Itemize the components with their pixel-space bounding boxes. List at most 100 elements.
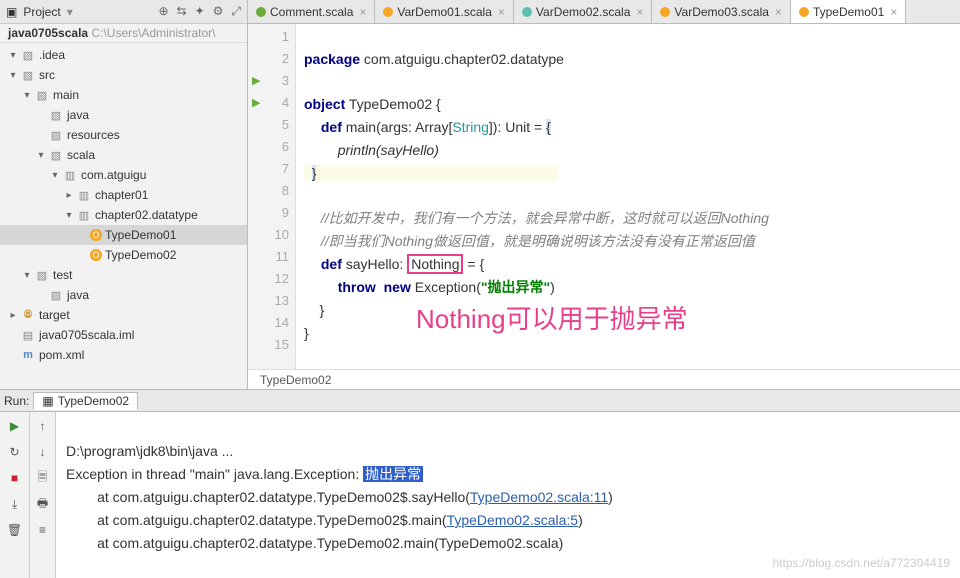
tree-node-pom-xml[interactable]: pom.xml bbox=[0, 345, 247, 365]
tree-node-chapter02-datatype[interactable]: ▾chapter02.datatype bbox=[0, 205, 247, 225]
close-icon[interactable]: × bbox=[775, 5, 782, 19]
twisty-icon[interactable]: ▾ bbox=[6, 50, 20, 61]
stack-link-2[interactable]: TypeDemo02.scala:5 bbox=[447, 512, 579, 528]
code-content[interactable]: package com.atguigu.chapter02.datatype o… bbox=[296, 24, 960, 369]
tree-node-chapter01[interactable]: ▸ chapter01 bbox=[0, 185, 247, 205]
tree-node-typedemo02[interactable]: TypeDemo02 bbox=[0, 245, 247, 265]
run-gutter-icon[interactable]: ▶ bbox=[252, 92, 260, 114]
tree-node-target[interactable]: ▸ target bbox=[0, 305, 247, 325]
tree-label: src bbox=[39, 68, 55, 82]
watermark: https://blog.csdn.net/a772304419 bbox=[773, 552, 950, 574]
gutter-line[interactable]: 9 bbox=[248, 202, 295, 224]
twisty-icon[interactable]: ▾ bbox=[48, 170, 62, 181]
twisty-icon[interactable]: ▸ bbox=[62, 190, 76, 201]
sidebar-header: ▣ Project ▾ ⊕ ⇆ ✦ ⚙ ⤢ bbox=[0, 0, 247, 24]
tree-label: test bbox=[53, 268, 72, 282]
stop-button[interactable]: ■ bbox=[5, 468, 25, 488]
sb-icon-3[interactable]: ⚙ bbox=[213, 4, 224, 19]
tab-label: VarDemo01.scala bbox=[397, 5, 492, 19]
twisty-icon[interactable]: ▾ bbox=[20, 90, 34, 101]
sb-icon-1[interactable]: ⇆ bbox=[177, 4, 187, 19]
tree-label: scala bbox=[67, 148, 95, 162]
run-button[interactable]: ▶ bbox=[5, 416, 25, 436]
gutter-line[interactable]: 3▶ bbox=[248, 70, 295, 92]
gutter-line[interactable]: 13 bbox=[248, 290, 295, 312]
gutter-line[interactable]: 6 bbox=[248, 136, 295, 158]
tree-node--idea[interactable]: ▾.idea bbox=[0, 45, 247, 65]
twisty-icon[interactable]: ▾ bbox=[62, 210, 76, 221]
up-button[interactable]: ↑ bbox=[33, 416, 53, 436]
close-icon[interactable]: × bbox=[359, 5, 366, 19]
gutter-line[interactable]: 14 bbox=[248, 312, 295, 334]
tree-node-test[interactable]: ▾ test bbox=[0, 265, 247, 285]
gutter-line[interactable]: 10 bbox=[248, 224, 295, 246]
gutter-line[interactable]: 11 bbox=[248, 246, 295, 268]
gutter-line[interactable]: 15 bbox=[248, 334, 295, 356]
tree-node-typedemo01[interactable]: TypeDemo01 bbox=[0, 225, 247, 245]
settings-button[interactable]: ≡ bbox=[33, 520, 53, 540]
editor-tabstrip: Comment.scala×VarDemo01.scala×VarDemo02.… bbox=[248, 0, 960, 24]
gutter-line[interactable]: 12 bbox=[248, 268, 295, 290]
tree-node-resources[interactable]: resources bbox=[0, 125, 247, 145]
twisty-icon[interactable]: ▾ bbox=[34, 150, 48, 161]
console-selection: 抛出异常 bbox=[363, 466, 423, 482]
tree-label: target bbox=[39, 308, 70, 322]
gutter-line[interactable]: 4▶ bbox=[248, 92, 295, 114]
tree-node-java[interactable]: java bbox=[0, 105, 247, 125]
tree-label: main bbox=[53, 88, 79, 102]
tree-node-scala[interactable]: ▾ scala bbox=[0, 145, 247, 165]
tab-label: VarDemo03.scala bbox=[674, 5, 769, 19]
gutter-line[interactable]: 7 bbox=[248, 158, 295, 180]
down-button[interactable]: ↓ bbox=[33, 442, 53, 462]
tree-node-src[interactable]: ▾ src bbox=[0, 65, 247, 85]
close-icon[interactable]: × bbox=[498, 5, 505, 19]
trash-button[interactable]: 🗑 bbox=[5, 520, 25, 540]
editor-tab-vardemo02-scala[interactable]: VarDemo02.scala × bbox=[514, 0, 653, 23]
folder-icon bbox=[48, 127, 64, 143]
code-editor[interactable]: 123▶4▶56789101112131415 package com.atgu… bbox=[248, 24, 960, 369]
sb-icon-2[interactable]: ✦ bbox=[195, 4, 205, 19]
gutter-line[interactable]: 5 bbox=[248, 114, 295, 136]
sidebar-header-icons: ⊕ ⇆ ✦ ⚙ ⤢ bbox=[158, 4, 241, 19]
dump-button[interactable]: ⤓ bbox=[5, 494, 25, 514]
tree-label: chapter01 bbox=[95, 188, 148, 202]
editor-tab-vardemo03-scala[interactable]: VarDemo03.scala × bbox=[652, 0, 791, 23]
close-icon[interactable]: × bbox=[636, 5, 643, 19]
run-gutter-icon[interactable]: ▶ bbox=[252, 70, 260, 92]
m-icon bbox=[20, 347, 36, 363]
softwrap-button[interactable]: 🗏 bbox=[33, 468, 53, 488]
sb-icon-0[interactable]: ⊕ bbox=[158, 4, 168, 19]
editor-tab-typedemo01[interactable]: TypeDemo01 × bbox=[791, 0, 906, 23]
editor-breadcrumb[interactable]: TypeDemo02 bbox=[248, 369, 960, 389]
twisty-icon[interactable]: ▸ bbox=[6, 310, 20, 321]
sb-icon-4[interactable]: ⤢ bbox=[231, 4, 241, 19]
close-icon[interactable]: × bbox=[890, 5, 897, 19]
tree-node-com-atguigu[interactable]: ▾com.atguigu bbox=[0, 165, 247, 185]
project-tree[interactable]: ▾.idea▾src▾mainjavaresources▾scala▾com.a… bbox=[0, 43, 247, 389]
editor-tab-comment-scala[interactable]: Comment.scala× bbox=[248, 0, 375, 23]
tree-node-java[interactable]: java bbox=[0, 285, 247, 305]
gutter-line[interactable]: 8 bbox=[248, 180, 295, 202]
stack-link-1[interactable]: TypeDemo02.scala:11 bbox=[470, 489, 608, 505]
run-console[interactable]: D:\program\jdk8\bin\java ... Exception i… bbox=[56, 412, 960, 578]
twisty-icon[interactable]: ▾ bbox=[6, 70, 20, 81]
editor-area: Comment.scala×VarDemo01.scala×VarDemo02.… bbox=[248, 0, 960, 389]
tree-node-java0705scala-iml[interactable]: java0705scala.iml bbox=[0, 325, 247, 345]
tree-label: java bbox=[67, 108, 89, 122]
gutter-line[interactable]: 2 bbox=[248, 48, 295, 70]
folder-icon bbox=[48, 287, 64, 303]
file-icon bbox=[20, 327, 36, 343]
rerun-button[interactable]: ↻ bbox=[5, 442, 25, 462]
twisty-icon[interactable]: ▾ bbox=[20, 270, 34, 281]
run-tool-label: Run: bbox=[4, 394, 29, 408]
gutter-line[interactable]: 1 bbox=[248, 26, 295, 48]
tree-label: TypeDemo01 bbox=[105, 228, 176, 242]
print-button[interactable]: 🖶 bbox=[33, 494, 53, 514]
run-config-tab[interactable]: ▦ TypeDemo02 bbox=[33, 392, 138, 410]
tab-label: VarDemo02.scala bbox=[536, 5, 631, 19]
editor-tab-vardemo01-scala[interactable]: VarDemo01.scala × bbox=[375, 0, 514, 23]
tree-node-main[interactable]: ▾ main bbox=[0, 85, 247, 105]
tree-label: TypeDemo02 bbox=[105, 248, 176, 262]
target-icon bbox=[20, 307, 36, 323]
tab-label: TypeDemo01 bbox=[813, 5, 884, 19]
